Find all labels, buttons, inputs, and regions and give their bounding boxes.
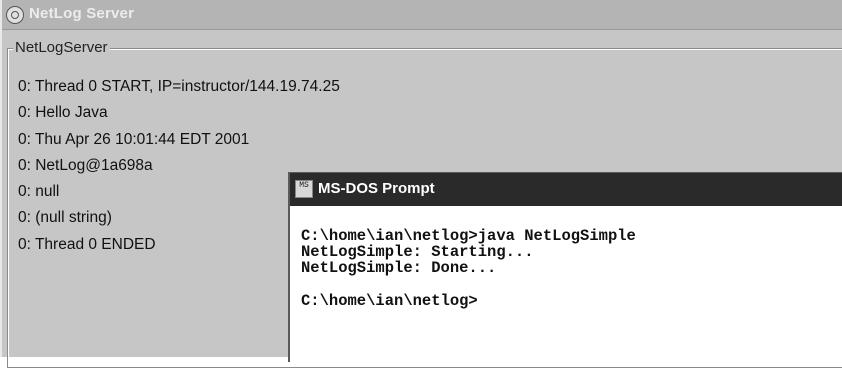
dos-console-output[interactable]: C:\home\ian\netlog>java NetLogSimple Net… (301, 228, 636, 309)
ms-dos-prompt-window[interactable]: MS MS-DOS Prompt C:\home\ian\netlog>java… (288, 172, 842, 362)
app-icon[interactable] (6, 6, 24, 24)
log-line: 0: Thu Apr 26 10:01:44 EDT 2001 (18, 130, 250, 148)
console-line: NetLogSimple: Starting... (301, 243, 534, 261)
window-title: NetLog Server (29, 5, 135, 22)
dos-title-bar[interactable]: MS MS-DOS Prompt (290, 173, 842, 206)
group-label: NetLogServer (13, 39, 110, 56)
dos-window-title: MS-DOS Prompt (318, 180, 435, 197)
ms-dos-icon[interactable]: MS (295, 180, 313, 198)
log-line: 0: Thread 0 START, IP=instructor/144.19.… (18, 78, 340, 95)
netlog-title-bar[interactable]: NetLog Server (2, 0, 842, 30)
console-line: C:\home\ian\netlog>java NetLogSimple (301, 227, 636, 245)
console-line: NetLogSimple: Done... (301, 259, 497, 277)
log-line: 0: Hello Java (18, 104, 108, 122)
console-prompt-line: C:\home\ian\netlog> (301, 292, 478, 310)
